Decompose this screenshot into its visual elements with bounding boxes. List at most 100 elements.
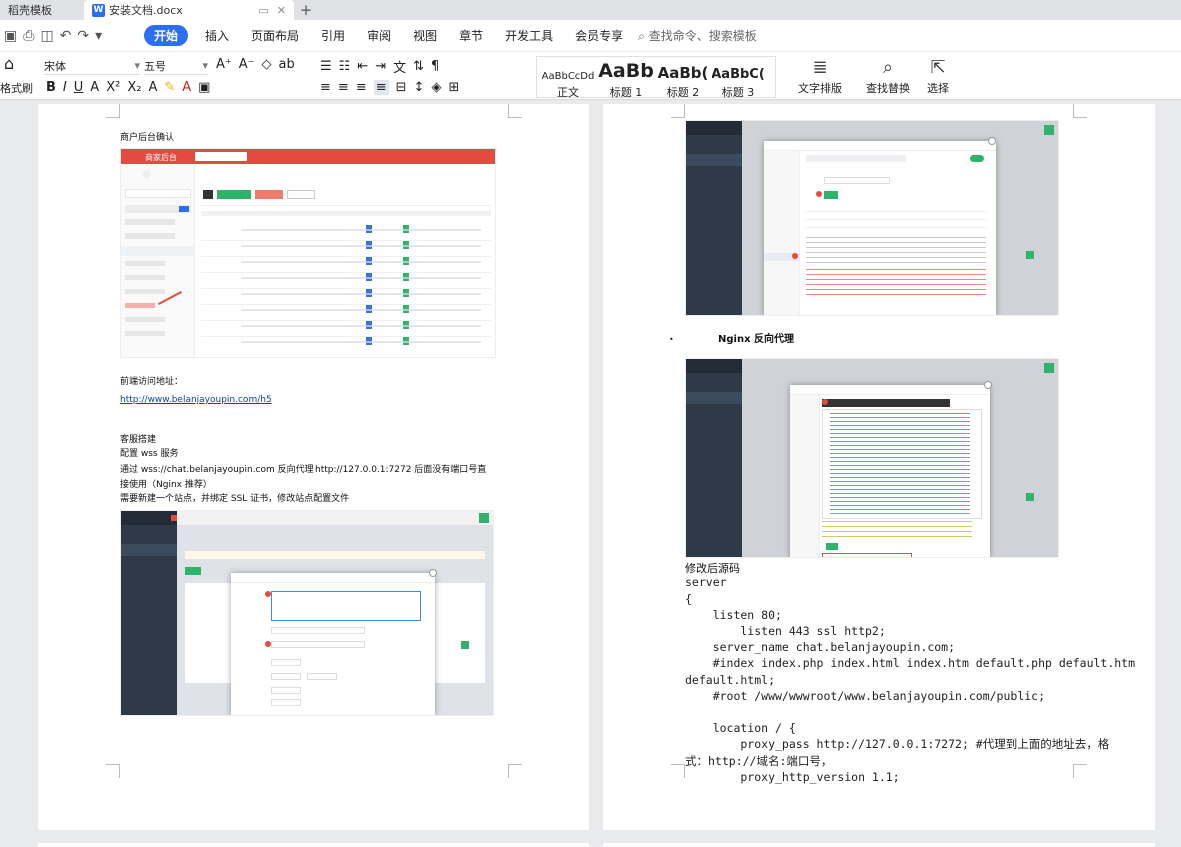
underline-icon[interactable]: U: [74, 80, 84, 95]
new-tab-button[interactable]: +: [294, 0, 318, 20]
crop-mark: [1073, 764, 1087, 778]
number-list-icon[interactable]: ☷: [339, 59, 351, 74]
menu-references[interactable]: 引用: [310, 27, 356, 44]
sort-icon[interactable]: ⇅: [413, 59, 424, 74]
cs-line-2b: http://127.0.0.1:7272 后面没有端口号直: [315, 465, 487, 475]
strike-icon[interactable]: A: [90, 80, 99, 95]
chinese-layout-icon[interactable]: 文: [393, 57, 406, 76]
outdent-icon[interactable]: ⇤: [357, 59, 368, 74]
document-page-right[interactable]: • Nginx 反向代理 修改后源码 server {listen 80; l…: [603, 104, 1155, 830]
magnifier-icon: ⌕: [882, 57, 894, 78]
tab-bar: 稻壳模板 W 安装文档.docx ▭ ✕ +: [0, 0, 1181, 20]
customize-icon[interactable]: ▾: [95, 28, 102, 44]
format-painter-label[interactable]: 格式刷: [0, 80, 33, 96]
document-workspace[interactable]: 商户后台确认 商家后台 前端访问地址： http://www.belanjayo…: [0, 100, 1181, 847]
style-heading2[interactable]: AaBb( 标题 2: [654, 58, 712, 100]
style-heading1-preview: AaBb: [598, 60, 654, 82]
phonetic-icon[interactable]: ab: [279, 57, 295, 72]
save-icon[interactable]: ▣: [4, 28, 17, 44]
font-name-select[interactable]: 宋体 ▾: [44, 57, 140, 75]
command-search-placeholder: 查找命令、搜索模板: [648, 29, 757, 43]
ribbon: ⌂ 格式刷 宋体 ▾ 五号 ▾ A⁺ A⁻ ◇ ab B I U A X² X₂…: [0, 52, 1181, 100]
tab-template[interactable]: 稻壳模板: [0, 0, 84, 20]
search-icon: ⌕: [638, 29, 645, 43]
cs-line-3: 接使用（Nginx 推荐）: [120, 480, 212, 490]
cs-line-1: 配置 wss 服务: [120, 449, 179, 459]
preview-icon[interactable]: ◫: [40, 28, 53, 44]
menu-chapter[interactable]: 章节: [448, 27, 494, 44]
font-size-value: 五号: [144, 59, 166, 73]
main-menu: 开始 插入 页面布局 引用 审阅 视图 章节 开发工具 会员专享: [144, 25, 634, 46]
font-format-tools: B I U A X² X₂ A ✎ A ▣: [46, 80, 210, 95]
undo-icon[interactable]: ↶: [60, 28, 72, 44]
style-normal[interactable]: AaBbCcDd 正文: [540, 58, 596, 100]
font-color-icon[interactable]: A: [182, 80, 191, 95]
grow-font-icon[interactable]: A⁺: [216, 57, 232, 72]
text-effect-icon[interactable]: A: [148, 80, 157, 95]
align-left-icon[interactable]: ≡: [320, 80, 331, 95]
document-page-left[interactable]: 商户后台确认 商家后台 前端访问地址： http://www.belanjayo…: [38, 104, 589, 830]
list-tools: ☰ ☷ ⇤ ⇥ 文 ⇅ ¶: [320, 57, 439, 76]
borders-icon[interactable]: ⊞: [448, 80, 459, 95]
highlight-icon[interactable]: ✎: [164, 80, 175, 95]
code-line: server_name chat.belanjayoupin.com;: [685, 640, 956, 654]
front-url-link[interactable]: http://www.belanjayoupin.com/h5: [120, 395, 272, 406]
select-button[interactable]: ⇱ 选择: [918, 56, 958, 96]
code-line: #index index.php index.html index.htm de…: [685, 656, 1136, 670]
menu-review[interactable]: 审阅: [356, 27, 402, 44]
align-right-icon[interactable]: ≡: [356, 80, 367, 95]
font-name-value: 宋体: [44, 59, 66, 73]
menu-view[interactable]: 视图: [402, 27, 448, 44]
code-line: location / {: [685, 721, 796, 735]
menu-insert[interactable]: 插入: [194, 27, 240, 44]
close-tab-icon[interactable]: ✕: [277, 4, 286, 17]
distributed-icon[interactable]: ⊟: [396, 80, 407, 95]
screen-icon[interactable]: ▭: [258, 4, 268, 17]
tab-document[interactable]: W 安装文档.docx ▭ ✕: [84, 0, 294, 20]
italic-icon[interactable]: I: [63, 80, 67, 95]
align-center-icon[interactable]: ≡: [338, 80, 349, 95]
bullet-list-icon[interactable]: ☰: [320, 59, 332, 74]
merchant-backend-title: 商家后台: [145, 153, 177, 162]
shading-icon[interactable]: ◈: [431, 80, 441, 95]
char-border-icon[interactable]: ▣: [198, 80, 210, 95]
text-layout-button[interactable]: ≣ 文字排版: [790, 56, 850, 96]
redo-icon[interactable]: ↷: [77, 28, 89, 44]
front-url-label: 前端访问地址：: [120, 377, 184, 387]
code-line: proxy_http_version 1.1;: [685, 770, 900, 784]
cursor-icon: ⇱: [930, 57, 946, 78]
crop-mark: [1073, 104, 1087, 118]
document-page-next-left[interactable]: [38, 843, 589, 847]
clear-format-icon[interactable]: ◇: [262, 57, 272, 72]
document-page-next-right[interactable]: [603, 843, 1155, 847]
line-spacing-icon[interactable]: ↕: [414, 80, 425, 95]
subscript-icon[interactable]: X₂: [127, 80, 141, 95]
format-painter-icon[interactable]: ⌂: [4, 54, 14, 73]
justify-icon[interactable]: ≡: [373, 80, 389, 95]
style-normal-preview: AaBbCcDd: [541, 71, 595, 82]
code-line: 式：http://域名:端口号，: [685, 754, 833, 768]
find-replace-button[interactable]: ⌕ 查找替换: [858, 56, 918, 96]
font-size-select[interactable]: 五号 ▾: [144, 57, 208, 75]
style-heading3[interactable]: AaBbC( 标题 3: [712, 58, 764, 100]
code-line: {: [685, 592, 692, 606]
add-site-dialog-image: [120, 510, 494, 716]
menu-home[interactable]: 开始: [144, 25, 189, 46]
crop-mark: [508, 764, 522, 778]
menu-devtools[interactable]: 开发工具: [494, 27, 564, 44]
tab-template-label: 稻壳模板: [8, 4, 52, 17]
show-marks-icon[interactable]: ¶: [431, 59, 439, 74]
bold-icon[interactable]: B: [46, 80, 56, 95]
superscript-icon[interactable]: X²: [106, 80, 120, 95]
menu-layout[interactable]: 页面布局: [240, 27, 310, 44]
style-heading1[interactable]: AaBb 标题 1: [598, 58, 654, 100]
command-search[interactable]: ⌕ 查找命令、搜索模板: [638, 27, 757, 44]
shrink-font-icon[interactable]: A⁻: [239, 57, 255, 72]
cs-line-4: 需要新建一个站点，并绑定 SSL 证书，修改站点配置文件: [120, 494, 350, 504]
cs-line-2a: 通过 wss://chat.belanjayoupin.com 反向代理: [120, 465, 314, 475]
crop-mark: [106, 764, 120, 778]
crop-mark: [508, 104, 522, 118]
indent-icon[interactable]: ⇥: [375, 59, 386, 74]
print-icon[interactable]: ⎙: [23, 28, 34, 44]
menu-member[interactable]: 会员专享: [564, 27, 634, 44]
